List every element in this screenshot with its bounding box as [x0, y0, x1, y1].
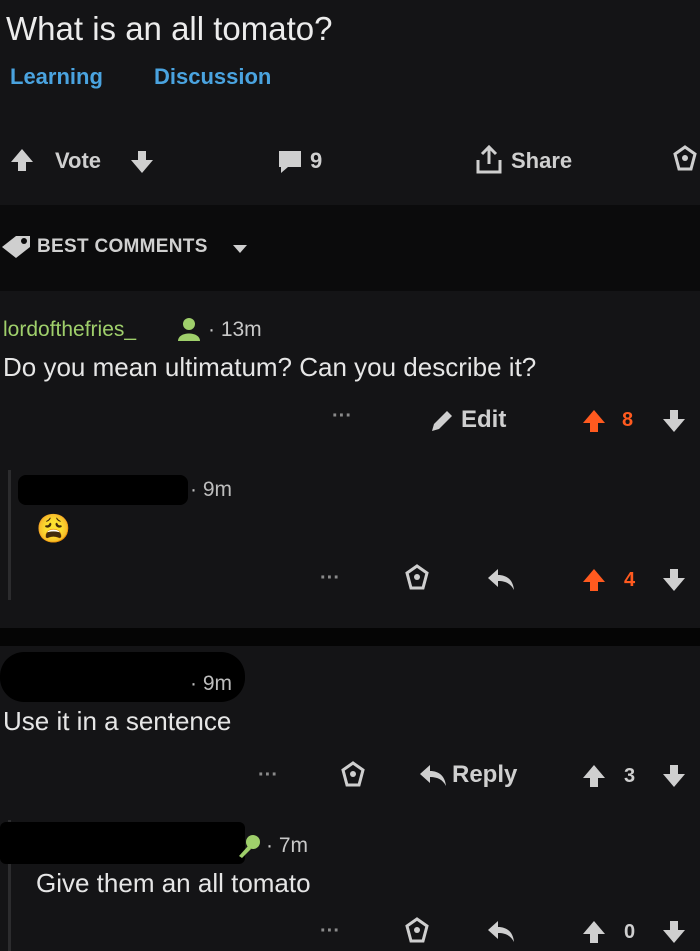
sort-label[interactable]: BEST COMMENTS: [37, 236, 208, 258]
upvote-icon[interactable]: [580, 918, 608, 946]
share-label[interactable]: Share: [511, 148, 572, 174]
more-options-button[interactable]: ···: [320, 567, 340, 590]
comment-emoji: 😩: [36, 513, 71, 544]
microphone-icon: [236, 834, 262, 858]
downvote-icon[interactable]: [660, 566, 688, 594]
more-options-button[interactable]: ···: [258, 764, 278, 787]
comment-time: · 9m: [190, 672, 233, 695]
award-icon[interactable]: [402, 563, 432, 593]
reply-icon[interactable]: [418, 762, 448, 788]
reply-button[interactable]: Reply: [452, 761, 517, 789]
sort-icon[interactable]: [0, 233, 32, 261]
chevron-down-icon[interactable]: [232, 244, 248, 254]
vote-score: 4: [624, 569, 636, 591]
downvote-icon[interactable]: [660, 407, 688, 435]
post-downvote-icon[interactable]: [128, 148, 156, 176]
vote-label: Vote: [55, 148, 102, 173]
share-icon[interactable]: [474, 144, 504, 176]
comment-time: · 13m: [208, 318, 262, 341]
flair-learning[interactable]: Learning: [10, 64, 103, 90]
award-icon[interactable]: [402, 916, 432, 946]
redacted-username: [0, 822, 245, 864]
comment-time: · 7m: [266, 834, 309, 857]
award-icon[interactable]: [338, 760, 368, 790]
post-title: What is an all tomato?: [6, 10, 333, 47]
reply-icon[interactable]: [486, 918, 516, 944]
downvote-icon[interactable]: [660, 762, 688, 790]
comment-body: Give them an all tomato: [36, 868, 311, 898]
upvote-icon[interactable]: [580, 762, 608, 790]
award-icon[interactable]: [670, 144, 700, 174]
post-upvote-icon[interactable]: [8, 146, 36, 174]
reply-icon[interactable]: [486, 566, 516, 592]
more-options-button[interactable]: ···: [320, 920, 340, 943]
flair-discussion[interactable]: Discussion: [154, 64, 271, 90]
upvote-icon[interactable]: [580, 566, 608, 594]
comment-body: Do you mean ultimatum? Can you describe …: [3, 352, 537, 382]
vote-score: 3: [624, 765, 636, 787]
person-icon: [176, 316, 202, 342]
comment-divider: [0, 628, 700, 646]
comment-count: 9: [310, 148, 323, 173]
pencil-icon[interactable]: [428, 407, 456, 435]
edit-button[interactable]: Edit: [461, 406, 506, 434]
thread-line: [8, 470, 11, 600]
downvote-icon[interactable]: [660, 918, 688, 946]
comment-icon[interactable]: [276, 147, 304, 175]
more-options-button[interactable]: ···: [332, 405, 352, 428]
vote-score: 8: [622, 409, 634, 431]
redacted-username: [18, 475, 188, 505]
upvote-icon[interactable]: [580, 407, 608, 435]
comment-body: Use it in a sentence: [3, 706, 232, 736]
comment-time: · 9m: [190, 478, 233, 501]
comment-author[interactable]: lordofthefries_: [3, 318, 136, 342]
vote-score: 0: [624, 921, 636, 943]
